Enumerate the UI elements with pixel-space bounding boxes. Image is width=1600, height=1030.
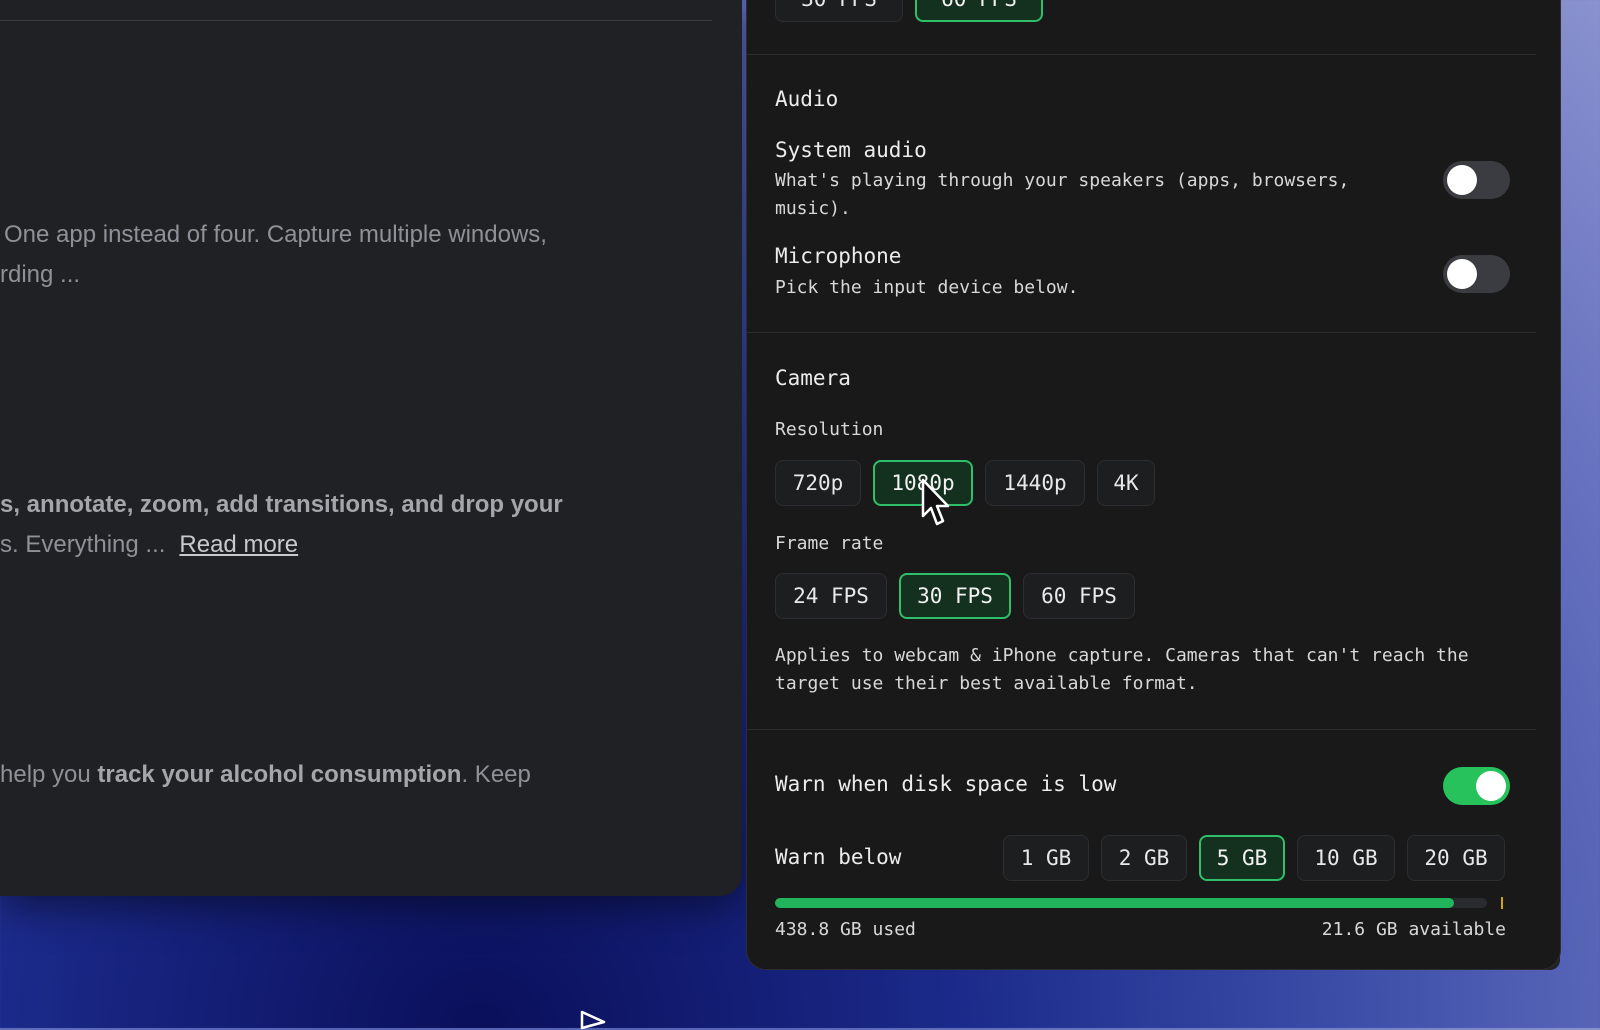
toggle-knob	[1447, 259, 1477, 289]
toggle-knob	[1447, 165, 1477, 195]
microphone-desc: Pick the input device below.	[775, 277, 1079, 298]
microphone-toggle[interactable]	[1443, 255, 1510, 293]
framerate-60fps-chip[interactable]: 60 FPS	[1023, 573, 1135, 619]
camera-note: Applies to webcam & iPhone capture. Came…	[775, 645, 1469, 694]
bg-text-span: . Keep	[461, 761, 531, 788]
section-divider	[747, 54, 1536, 55]
system-audio-toggle[interactable]	[1443, 161, 1510, 199]
threshold-2gb-chip[interactable]: 2 GB	[1101, 835, 1187, 881]
disk-threshold-marker	[1501, 897, 1503, 909]
threshold-20gb-chip[interactable]: 20 GB	[1407, 835, 1505, 881]
section-divider	[747, 332, 1536, 333]
disk-usage-bar	[775, 898, 1487, 908]
bg-text-line-4: s. Everything ... Read more	[0, 524, 700, 565]
threshold-5gb-chip[interactable]: 5 GB	[1199, 835, 1285, 881]
top-chip-30fps[interactable]: 30 FPS	[775, 0, 903, 22]
system-audio-desc: What's playing through your speakers (ap…	[775, 170, 1350, 219]
bg-text-line-5: help you track your alcohol consumption.…	[0, 754, 700, 795]
audio-heading: Audio	[775, 87, 839, 111]
bg-text-span: s. Everything ...	[0, 531, 166, 558]
resolution-720p-chip[interactable]: 720p	[775, 460, 861, 506]
camera-heading: Camera	[775, 366, 851, 390]
disk-available-text: 21.6 GB available	[1321, 919, 1506, 940]
settings-panel: 30 FPS 60 FPS Audio System audio What's …	[746, 0, 1561, 970]
read-more-link[interactable]: Read more	[179, 531, 298, 558]
mouse-cursor-icon	[921, 478, 950, 526]
bg-text-span: help you	[0, 761, 98, 788]
resolution-1440p-chip[interactable]: 1440p	[985, 460, 1085, 506]
toggle-knob	[1476, 771, 1506, 801]
top-chip-60fps[interactable]: 60 FPS	[915, 0, 1043, 22]
threshold-1gb-chip[interactable]: 1 GB	[1003, 835, 1089, 881]
system-audio-title: System audio	[775, 138, 927, 162]
disk-warn-label: Warn when disk space is low	[775, 772, 1117, 796]
framerate-30fps-chip[interactable]: 30 FPS	[899, 573, 1011, 619]
microphone-title: Microphone	[775, 244, 902, 268]
bg-text-line-2: rding ...	[0, 261, 81, 288]
section-divider	[747, 729, 1536, 730]
window-divider	[0, 20, 712, 21]
resolution-4k-chip[interactable]: 4K	[1097, 460, 1155, 506]
play-arrow-icon	[580, 1010, 606, 1030]
bg-text-line-1: One app instead of four. Capture multipl…	[4, 221, 547, 248]
warn-below-label: Warn below	[775, 845, 902, 869]
threshold-10gb-chip[interactable]: 10 GB	[1297, 835, 1395, 881]
disk-warn-toggle[interactable]	[1443, 767, 1510, 805]
bg-bold-text: s, annotate, zoom, add transitions, and …	[0, 491, 563, 518]
disk-usage-fill	[775, 898, 1454, 908]
bg-bold-text: track your alcohol consumption	[97, 761, 462, 788]
resolution-label: Resolution	[775, 419, 884, 440]
background-window: One app instead of four. Capture multipl…	[0, 0, 742, 896]
bg-text-line-3: s, annotate, zoom, add transitions, and …	[0, 484, 700, 525]
frame-rate-label: Frame rate	[775, 533, 884, 554]
disk-used-text: 438.8 GB used	[775, 919, 916, 940]
framerate-24fps-chip[interactable]: 24 FPS	[775, 573, 887, 619]
